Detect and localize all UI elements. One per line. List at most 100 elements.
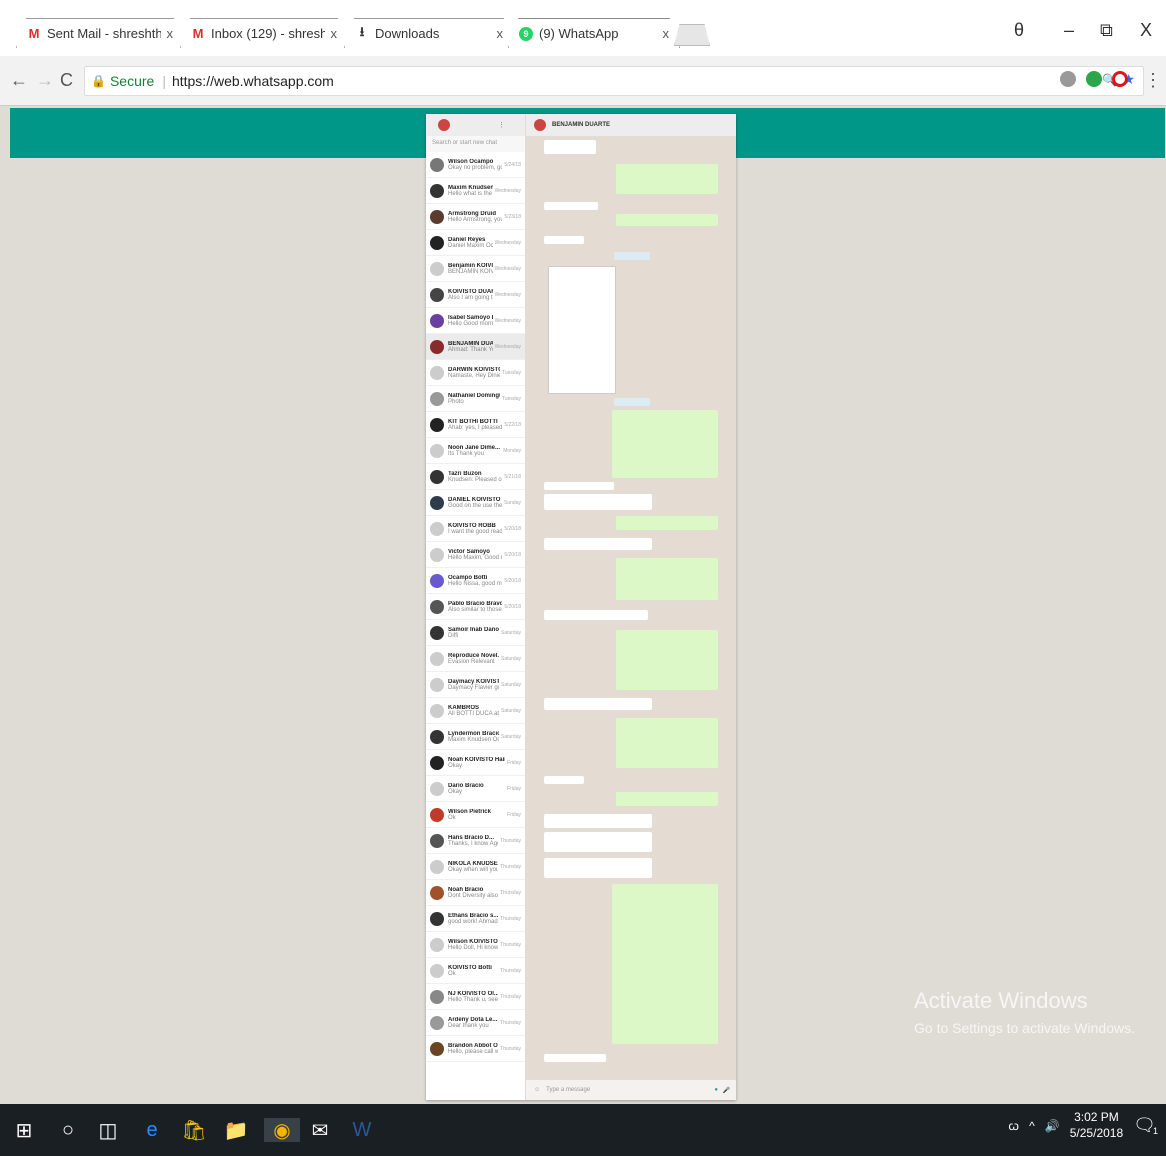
close-icon[interactable]: x: [663, 26, 670, 41]
minimize-button[interactable]: –: [1064, 20, 1074, 41]
chat-list-item[interactable]: KAMBROSAll BOTTI DUCA attendance...Satur…: [426, 698, 525, 724]
clock-date: 5/25/2018: [1069, 1125, 1124, 1140]
people-icon[interactable]: ꞷ: [1008, 1117, 1019, 1134]
attach-icon[interactable]: ●: [714, 1087, 718, 1093]
avatar: [430, 573, 444, 588]
chat-list-item[interactable]: Daniel ReyesDaniel Maxim Ocampo...Wednes…: [426, 230, 525, 256]
whatsapp-icon: 9: [519, 26, 533, 41]
chat-list-item[interactable]: KIT BOTHI BOTTIAhab: yes, I pleased and.…: [426, 412, 525, 438]
close-icon[interactable]: x: [167, 26, 174, 41]
cortana-icon[interactable]: ○: [56, 1118, 80, 1142]
chat-list-item[interactable]: KOIVISTO ROBBI want the good ready...5/2…: [426, 516, 525, 542]
chat-list-item[interactable]: Reproduce Novel... Evasion Relevant Saturd…: [426, 646, 525, 672]
task-view-icon[interactable]: ◫: [96, 1118, 120, 1142]
tab-inbox[interactable]: M Inbox (129) - shreshthch x: [180, 18, 348, 48]
message-bubble: [544, 140, 596, 154]
tab-whatsapp[interactable]: 9 (9) WhatsApp x: [508, 18, 680, 48]
chat-list-item[interactable]: Samoir Inab Dano Diffi Saturday: [426, 620, 525, 646]
chat-list-item[interactable]: Victor SamoyoHello Maxim, Good morn...5/…: [426, 542, 525, 568]
document-attachment[interactable]: [548, 266, 616, 394]
volume-icon[interactable]: 🔊: [1045, 1119, 1060, 1133]
edge-icon[interactable]: e: [140, 1118, 164, 1142]
chat-menu-icon[interactable]: ⋮: [498, 121, 505, 129]
opera-icon[interactable]: [1112, 71, 1128, 87]
file-explorer-icon[interactable]: 📁: [224, 1118, 249, 1142]
extension-icon[interactable]: [1086, 71, 1102, 87]
chat-list-item[interactable]: Noah KOIVISTO Hair Okay Friday: [426, 750, 525, 776]
chat-list-item[interactable]: Nathaniel Domingu...PhotoTuesday: [426, 386, 525, 412]
chat-list-item[interactable]: DANIEL KOIVISTOGood on the use the right…: [426, 490, 525, 516]
chat-list-item[interactable]: DARWIN KOIVISTONamaste, Hey Diniel, Cong…: [426, 360, 525, 386]
chat-text: Noon Jane Dime... Its Thank you: [448, 445, 501, 457]
chat-list-item[interactable]: Wilson Pietrick Ok Friday: [426, 802, 525, 828]
chat-time: Sunday: [504, 499, 521, 506]
maximize-button[interactable]: ⧉: [1100, 20, 1113, 41]
chat-list-item[interactable]: NJ KOIVISTO Ol...Hello Thank u, see you …: [426, 984, 525, 1010]
chat-preview: Dear thank you: [448, 1022, 489, 1029]
avatar[interactable]: [534, 119, 546, 131]
chat-list-item[interactable]: Ocampo BottiHello Nissa, good morn...5/2…: [426, 568, 525, 594]
message-composer[interactable]: ☺ Type a message ● 🎤: [526, 1080, 736, 1100]
chat-list-item[interactable]: Pablo Bracio Bravo...Also similar to tho…: [426, 594, 525, 620]
chat-preview: Okay when will you ask as...: [448, 866, 498, 873]
chat-list-item[interactable]: KOIVISTO DUARTEAlso I am going to get th…: [426, 282, 525, 308]
chat-time: Thursday: [500, 889, 521, 896]
close-icon[interactable]: x: [497, 26, 504, 41]
mail-icon[interactable]: ✉: [308, 1118, 332, 1142]
message-input[interactable]: Type a message: [546, 1087, 590, 1093]
chat-list-item[interactable]: Noah BracioDont Diversity also done th..…: [426, 880, 525, 906]
emoji-icon[interactable]: ☺: [534, 1087, 540, 1093]
chat-list-item[interactable]: Noon Jane Dime... Its Thank you Monday: [426, 438, 525, 464]
chrome-icon[interactable]: ◉: [264, 1118, 300, 1142]
windows-start-icon[interactable]: ⊞: [12, 1118, 36, 1142]
chat-text: KIT BOTHI BOTTIAhab: yes, I pleased and.…: [448, 419, 502, 431]
chat-list-item[interactable]: Ardeny Dota Le... Dear thank you Thursday: [426, 1010, 525, 1036]
search-input[interactable]: Search or start new chat: [426, 136, 525, 152]
avatar: [430, 937, 444, 952]
chat-list-item[interactable]: Lyndermon BracioMaxim Knudsen Ocampo...S…: [426, 724, 525, 750]
menu-dots-icon[interactable]: ⋮: [1144, 70, 1162, 91]
notification-icon[interactable]: 🗨 1: [1133, 1115, 1158, 1136]
word-icon[interactable]: W: [350, 1118, 374, 1142]
chat-list-item[interactable]: NIKOLA KNUDSENOkay when will you ask as.…: [426, 854, 525, 880]
chevron-up-icon[interactable]: ^: [1029, 1119, 1035, 1133]
chat-list-item[interactable]: Benjamin KOIVISTOBENJAMIN KOIVISTO...Wed…: [426, 256, 525, 282]
message-bubble: [544, 202, 598, 210]
close-button[interactable]: X: [1140, 20, 1152, 41]
new-tab-button[interactable]: [674, 24, 710, 46]
avatar: [430, 547, 444, 562]
avatar[interactable]: [438, 119, 450, 131]
chat-name: KOIVISTO DUARTE: [448, 288, 493, 295]
forward-arrow-icon[interactable]: →: [36, 70, 54, 91]
chat-list-item[interactable]: Tazri BuzonKnudsen: Pleased on 24C...5/2…: [426, 464, 525, 490]
user-profile-icon[interactable]: θ: [1014, 20, 1024, 41]
back-arrow-icon[interactable]: ←: [10, 70, 28, 91]
extension-icon[interactable]: [1060, 71, 1076, 87]
date-separator: [614, 398, 650, 406]
address-bar[interactable]: 🔒 Secure | https://web.whatsapp.com 🔍 ★: [84, 66, 1144, 96]
avatar: [430, 989, 444, 1004]
chat-list-item[interactable]: Wilson OcampoOkay no problem, go ahead..…: [426, 152, 525, 178]
chat-list-item[interactable]: Ethans Bracio s...good work! Ahmad, then…: [426, 906, 525, 932]
tab-downloads[interactable]: ⭳ Downloads x: [344, 18, 514, 48]
chat-list-item[interactable]: Isabel Samoyo Bla...Hello Good morningWe…: [426, 308, 525, 334]
chat-list-item[interactable]: KOIVISTO Botti Ok Thursday: [426, 958, 525, 984]
chat-preview: Photo: [448, 398, 464, 405]
chat-list-item[interactable]: Wilson KOIVISTO...Hello Doll, Hi know to…: [426, 932, 525, 958]
chat-list-item[interactable]: Maxim KnudsenHello what is the time for …: [426, 178, 525, 204]
chat-list-item[interactable]: Hans Bracio D...Thanks, I know Agent...T…: [426, 828, 525, 854]
clock[interactable]: 3:02 PM 5/25/2018: [1070, 1110, 1123, 1141]
chat-text: NJ KOIVISTO Ol...Hello Thank u, see you …: [448, 991, 498, 1003]
tab-sent-mail[interactable]: M Sent Mail - shreshthchh x: [16, 18, 184, 48]
chat-list-item[interactable]: Armstrong DruidHello Armstrong, you...5/…: [426, 204, 525, 230]
mic-icon[interactable]: 🎤: [723, 1087, 730, 1094]
store-icon[interactable]: 🛍: [181, 1118, 206, 1142]
chat-text: NIKOLA KNUDSENOkay when will you ask as.…: [448, 861, 498, 873]
chat-text: Pablo Bracio Bravo...Also similar to tho…: [448, 601, 502, 613]
chat-list-item[interactable]: Dario Bracio Okay Friday: [426, 776, 525, 802]
chat-list-item[interactable]: Brandon Abbot O...Hello, please call whe…: [426, 1036, 525, 1062]
chat-list-item[interactable]: Daymacy KOIVISTODaymacy Flavier going to…: [426, 672, 525, 698]
chat-list-item[interactable]: BENJAMIN DUARTEAhmad: Thank YouWednesday: [426, 334, 525, 360]
reload-icon[interactable]: C: [60, 70, 73, 91]
close-icon[interactable]: x: [331, 26, 338, 41]
